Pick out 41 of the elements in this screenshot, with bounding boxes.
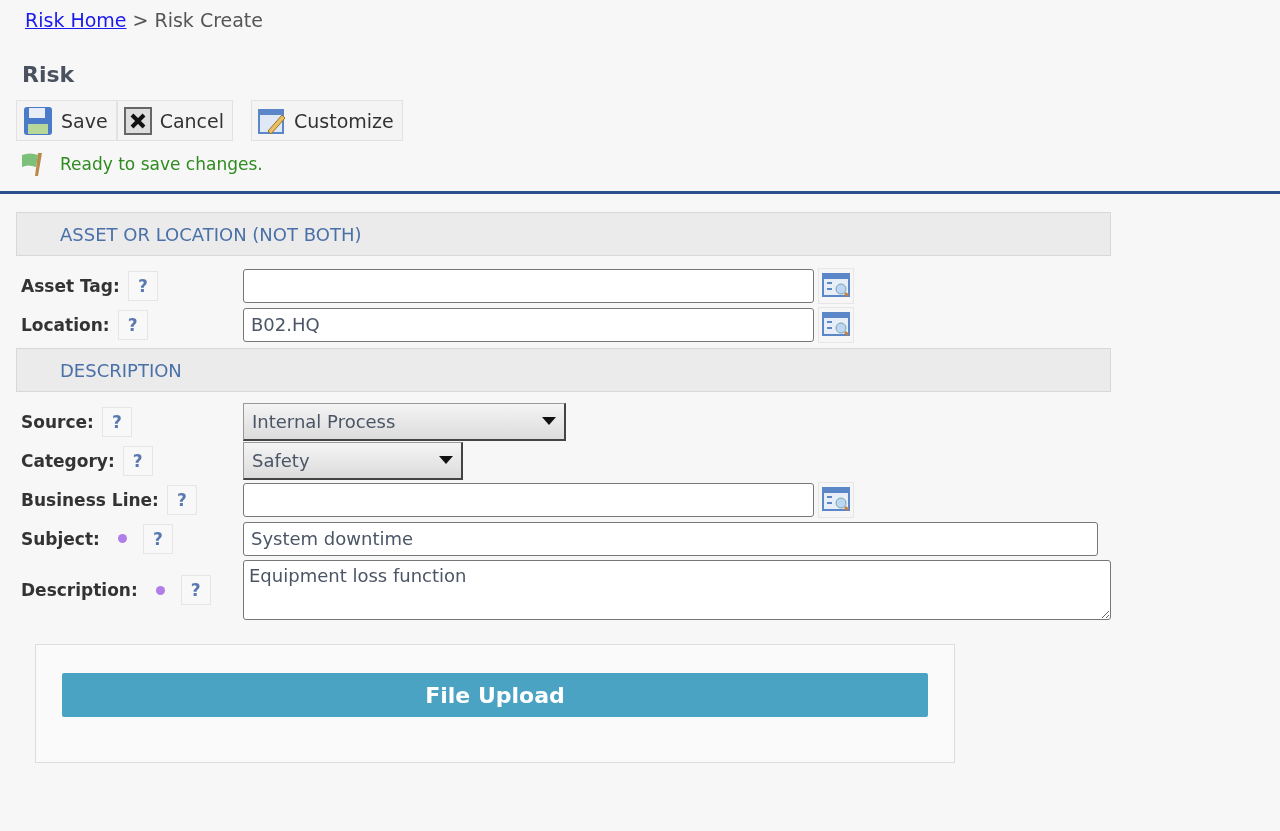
field-label: Location: [21, 314, 110, 335]
lookup-button[interactable] [818, 306, 854, 343]
field-label: Source: [21, 411, 94, 432]
page-title: Risk [22, 62, 76, 89]
lookup-icon [822, 272, 850, 299]
cancel-button[interactable]: Cancel [116, 100, 233, 141]
lookup-button[interactable] [818, 481, 854, 518]
lookup-icon [822, 311, 850, 338]
close-icon [123, 106, 152, 135]
help-button[interactable]: ? [117, 309, 148, 340]
text-field[interactable]: System downtime [243, 521, 1098, 556]
lookup-button[interactable] [818, 267, 854, 304]
help-button[interactable]: ? [122, 445, 153, 476]
section-header: DESCRIPTION [16, 348, 1111, 392]
help-button[interactable]: ? [127, 270, 158, 301]
field-label: Business Line: [21, 489, 159, 510]
caret-icon [542, 417, 556, 425]
field-label: Asset Tag: [21, 275, 120, 296]
breadcrumb-link[interactable]: Risk Home [25, 9, 127, 34]
dropdown[interactable]: Safety [243, 441, 463, 480]
dropdown[interactable]: Internal Process [243, 402, 566, 441]
section-header: ASSET OR LOCATION (NOT BOTH) [16, 212, 1111, 256]
caret-icon [439, 456, 453, 464]
field-label: Subject: [21, 528, 100, 549]
lookup-icon [822, 486, 850, 513]
save-button[interactable]: Save [16, 100, 117, 141]
lookup-field[interactable]: B02.HQ [243, 307, 814, 342]
form-pencil-icon [258, 106, 286, 135]
help-button[interactable]: ? [142, 523, 173, 554]
field-label: Category: [21, 450, 115, 471]
breadcrumb-separator: > [132, 9, 149, 33]
text-area[interactable]: Equipment loss function [243, 560, 1111, 620]
lookup-field[interactable] [243, 268, 814, 303]
status-message: Ready to save changes. [60, 154, 263, 174]
breadcrumb-current: Risk Create [154, 9, 263, 33]
field-label: Description: [21, 580, 138, 600]
customize-button[interactable]: Customize [251, 100, 403, 141]
help-button[interactable]: ? [101, 406, 132, 437]
help-button[interactable]: ? [180, 575, 211, 605]
lookup-field[interactable] [243, 482, 814, 517]
help-button[interactable]: ? [166, 484, 197, 515]
